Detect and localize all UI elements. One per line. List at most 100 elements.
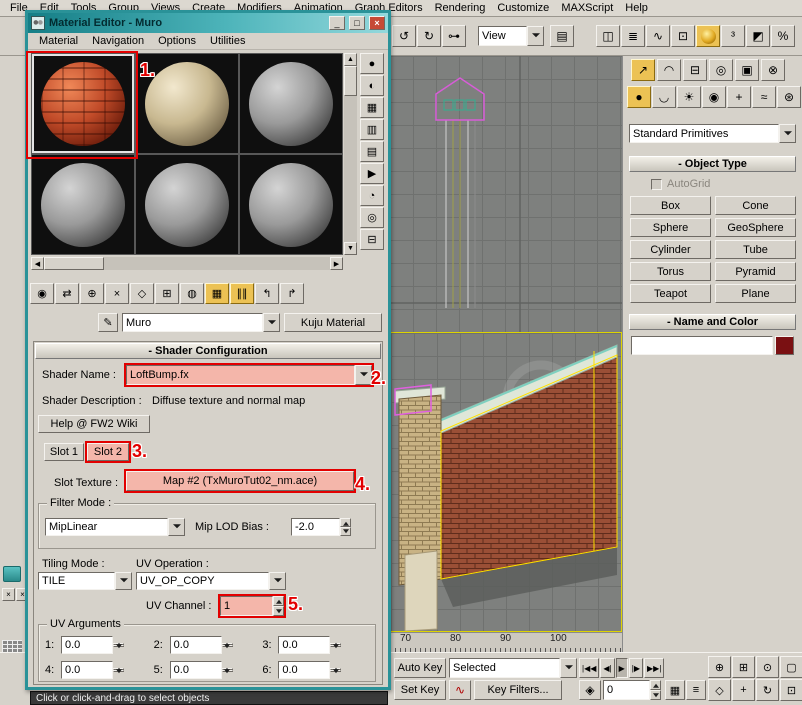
systems-category-icon[interactable]: ⊛: [777, 86, 801, 108]
chevron-down-icon[interactable]: [355, 365, 372, 385]
scroll-right-icon[interactable]: ▶: [330, 257, 343, 270]
timeline[interactable]: 708090100: [390, 632, 622, 652]
menu-item[interactable]: MAXScript: [555, 2, 619, 14]
previous-frame-button[interactable]: ◀|: [600, 658, 614, 678]
next-frame-button[interactable]: |▶: [629, 658, 643, 678]
time-configuration-icon[interactable]: ▦: [665, 680, 685, 700]
chevron-down-icon[interactable]: [560, 658, 577, 678]
slot-texture-button[interactable]: Map #2 (TxMuroTut02_nm.ace): [126, 471, 354, 491]
minimize-button[interactable]: _: [329, 16, 345, 30]
uv-channel-spinner[interactable]: 1: [220, 596, 284, 616]
me-menu-item[interactable]: Navigation: [85, 35, 151, 47]
align-icon[interactable]: ≣: [621, 25, 645, 47]
uv-arg-field[interactable]: 0.0: [170, 636, 222, 654]
me-menu-item[interactable]: Material: [32, 35, 85, 47]
viewport-perspective[interactable]: [390, 332, 622, 632]
video-color-check-icon[interactable]: ▤: [360, 141, 384, 162]
primitives-dropdown[interactable]: Standard Primitives: [629, 124, 796, 143]
mip-lod-spinner[interactable]: -2.0: [291, 518, 351, 536]
tab-slot-1[interactable]: Slot 1: [44, 443, 84, 461]
go-to-parent-icon[interactable]: ↰: [255, 283, 279, 304]
go-to-start-button[interactable]: |◀◀: [579, 658, 599, 678]
object-type-rollout-header[interactable]: - Object Type: [629, 156, 796, 172]
sample-uv-tiling-icon[interactable]: ▥: [360, 119, 384, 140]
primitive-button[interactable]: Sphere: [630, 218, 711, 237]
key-filters-button[interactable]: Key Filters...: [474, 680, 562, 700]
show-map-in-viewport-icon[interactable]: ▦: [205, 283, 229, 304]
close-button[interactable]: ×: [369, 16, 385, 30]
viewport-top[interactable]: [390, 56, 622, 332]
render-setup-icon[interactable]: ³: [721, 25, 745, 47]
play-button[interactable]: ▶: [616, 658, 628, 678]
primitive-button[interactable]: Pyramid: [715, 262, 796, 281]
uv-arg-field[interactable]: 0.0: [278, 636, 330, 654]
chevron-down-icon[interactable]: [269, 572, 286, 590]
sample-slot-4[interactable]: [31, 154, 135, 255]
zoom-extents-all-icon[interactable]: ▢: [780, 656, 802, 678]
render-type-icon[interactable]: ◩: [746, 25, 770, 47]
object-name-input[interactable]: [631, 336, 773, 355]
go-to-end-button[interactable]: ▶▶|: [644, 658, 664, 678]
layer-manager-icon[interactable]: ▤: [550, 25, 574, 47]
primitive-button[interactable]: Cone: [715, 196, 796, 215]
display-tab-icon[interactable]: ▣: [735, 59, 759, 81]
put-to-library-icon[interactable]: ⊞: [155, 283, 179, 304]
spinner-up-icon[interactable]: [650, 680, 661, 690]
spinner-down-icon[interactable]: [330, 645, 341, 647]
material-editor-icon[interactable]: [696, 25, 720, 47]
select-and-link-icon[interactable]: ⊶: [442, 25, 466, 47]
chevron-down-icon[interactable]: [263, 313, 280, 332]
chevron-down-icon[interactable]: [779, 124, 796, 143]
chevron-down-icon[interactable]: [527, 26, 544, 46]
material-editor-titlebar[interactable]: Material Editor - Muro _ □ ×: [28, 13, 388, 33]
primitive-button[interactable]: Tube: [715, 240, 796, 259]
background-icon[interactable]: ▦: [360, 97, 384, 118]
primitive-button[interactable]: Teapot: [630, 284, 711, 303]
create-tab-icon[interactable]: ↗: [631, 59, 655, 81]
spinner-down-icon[interactable]: [222, 645, 233, 647]
uv-operation-dropdown[interactable]: UV_OP_COPY: [136, 572, 286, 590]
slots-horizontal-scrollbar[interactable]: ◀ ▶: [31, 257, 343, 270]
mirror-icon[interactable]: ◫: [596, 25, 620, 47]
spinner-down-icon[interactable]: [222, 670, 233, 672]
put-to-scene-icon[interactable]: ⇄: [55, 283, 79, 304]
slots-vertical-scrollbar[interactable]: ▲ ▼: [344, 53, 357, 255]
material-id-channel-icon[interactable]: ◍: [180, 283, 204, 304]
redo-icon[interactable]: ↻: [417, 25, 441, 47]
lights-category-icon[interactable]: ☀: [677, 86, 701, 108]
select-by-material-icon[interactable]: ◎: [360, 207, 384, 228]
menu-item[interactable]: Help: [619, 2, 654, 14]
scrollbar-thumb[interactable]: [344, 66, 357, 96]
object-color-swatch[interactable]: [775, 336, 794, 355]
tiling-mode-dropdown[interactable]: TILE: [38, 572, 132, 590]
auto-key-button[interactable]: Auto Key: [394, 658, 446, 678]
scroll-up-icon[interactable]: ▲: [344, 53, 357, 66]
cameras-category-icon[interactable]: ◉: [702, 86, 726, 108]
name-color-rollout-header[interactable]: - Name and Color: [629, 314, 796, 330]
uv-arg-field[interactable]: 0.0: [170, 661, 222, 679]
autogrid-checkbox[interactable]: [651, 179, 662, 190]
schematic-view-icon[interactable]: ⊡: [671, 25, 695, 47]
zoom-extents-icon[interactable]: ⊙: [756, 656, 779, 678]
spinner-down-icon[interactable]: [113, 645, 124, 647]
tab-slot-2[interactable]: Slot 2: [87, 443, 129, 461]
mini-curve-editor-icon[interactable]: ≡: [686, 680, 706, 700]
primitive-button[interactable]: Plane: [715, 284, 796, 303]
field-of-view-icon[interactable]: ◇: [708, 679, 731, 701]
chevron-down-icon[interactable]: [168, 518, 185, 536]
primitive-button[interactable]: Box: [630, 196, 711, 215]
uv-arg-field[interactable]: 0.0: [278, 661, 330, 679]
spinner-down-icon[interactable]: [273, 606, 284, 616]
undo-icon[interactable]: ↺: [392, 25, 416, 47]
me-menu-item[interactable]: Utilities: [203, 35, 252, 47]
sample-slot-5[interactable]: [135, 154, 239, 255]
backlight-icon[interactable]: ◐: [360, 75, 384, 96]
make-unique-icon[interactable]: ◇: [130, 283, 154, 304]
help-wiki-button[interactable]: Help @ FW2 Wiki: [38, 415, 150, 433]
spinner-down-icon[interactable]: [330, 670, 341, 672]
material-type-button[interactable]: Kuju Material: [284, 313, 382, 332]
scrollbar-thumb[interactable]: [44, 257, 104, 270]
hierarchy-tab-icon[interactable]: ⊟: [683, 59, 707, 81]
maximize-button[interactable]: □: [349, 16, 365, 30]
maximize-viewport-icon[interactable]: ⊡: [780, 679, 802, 701]
